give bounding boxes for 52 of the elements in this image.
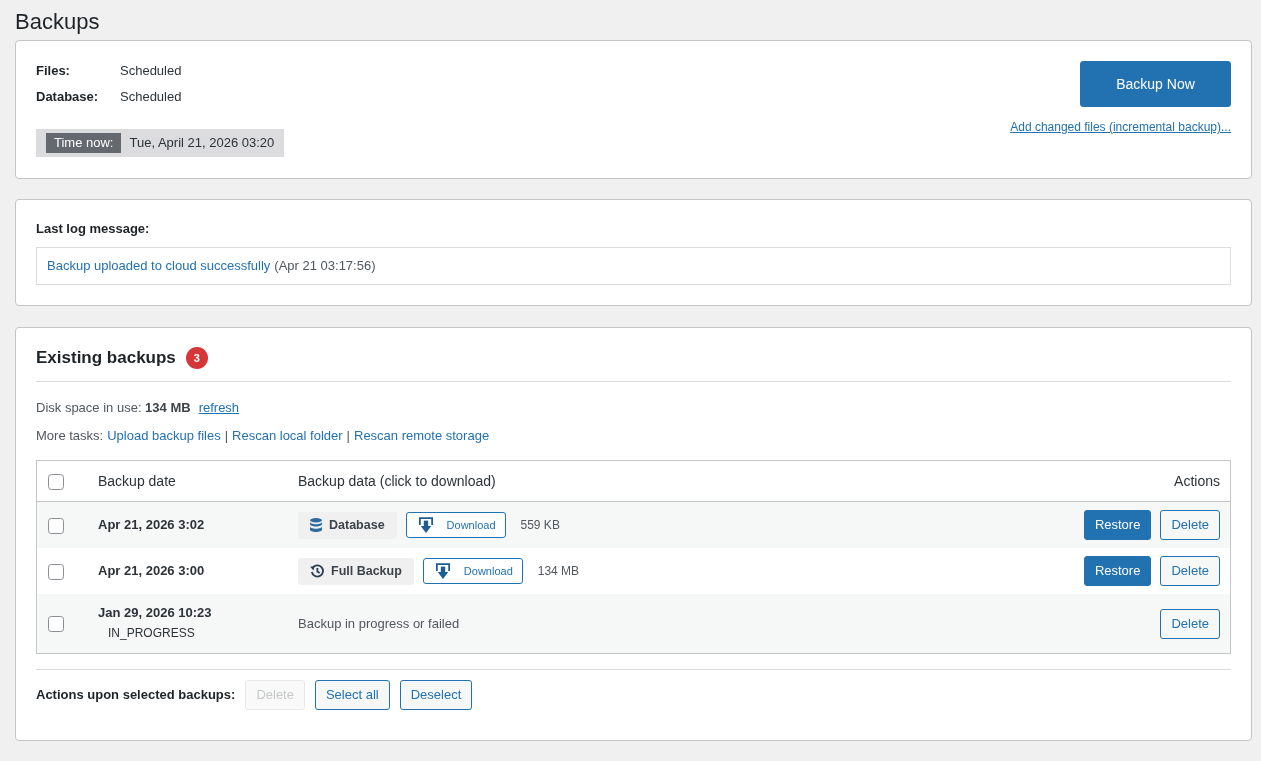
backup-now-button[interactable]: Backup Now — [1080, 61, 1231, 107]
disk-space-text: Disk space in use: 134 MB — [36, 399, 191, 417]
select-all-checkbox[interactable] — [48, 474, 64, 491]
row-checkbox[interactable] — [48, 517, 64, 534]
schedule-value: Scheduled — [120, 62, 182, 80]
incremental-backup-link[interactable]: Add changed files (incremental backup)... — [1010, 117, 1231, 137]
time-now-label: Time now: — [46, 133, 122, 153]
bulk-action-button[interactable]: Deselect — [399, 680, 473, 710]
backup-date: Jan 29, 2026 10:23 — [98, 604, 212, 622]
history-icon — [310, 564, 324, 578]
restore-button[interactable]: Restore — [1083, 556, 1152, 586]
delete-button[interactable]: Delete — [1160, 608, 1220, 639]
download-icon — [418, 517, 433, 533]
bulk-actions-label: Actions upon selected backups: — [36, 686, 236, 704]
backup-size: 134 MB — [537, 563, 580, 580]
tasks-label: More tasks: — [36, 427, 104, 445]
column-header: Actions — [1174, 472, 1220, 491]
row-checkbox[interactable] — [48, 563, 64, 580]
link-separator: | — [224, 427, 229, 445]
time-now-value: Tue, April 21, 2026 03:20 — [129, 134, 275, 152]
delete-button[interactable]: Delete — [1160, 556, 1220, 586]
task-link[interactable]: Rescan local folder — [232, 426, 343, 446]
log-label: Last log message: — [36, 220, 151, 238]
refresh-link[interactable]: refresh — [198, 398, 240, 418]
download-button[interactable]: Download — [405, 512, 506, 538]
bulk-action-button[interactable]: Select all — [314, 680, 390, 710]
backup-note: Backup in progress or failed — [298, 614, 460, 633]
section-title: Existing backups — [36, 347, 176, 369]
row-checkbox[interactable] — [48, 616, 64, 633]
column-header: Backup date — [98, 473, 176, 489]
schedule-label: Files: — [36, 62, 71, 80]
log-message-link[interactable]: Backup uploaded to cloud successfully — [47, 258, 271, 273]
backup-status: IN_PROGRESS — [107, 625, 195, 642]
delete-button[interactable]: Delete — [1160, 510, 1220, 540]
backup-entity-button[interactable]: Database — [298, 511, 397, 539]
schedule-value: Scheduled — [120, 88, 182, 106]
restore-button[interactable]: Restore — [1083, 510, 1152, 540]
schedule-label: Database: — [36, 88, 100, 106]
database-icon — [310, 518, 322, 532]
task-link[interactable]: Upload backup files — [107, 426, 221, 446]
column-header: Backup data (click to download) — [298, 473, 496, 489]
backup-date: Apr 21, 2026 3:02 — [98, 516, 205, 534]
backup-entity-button[interactable]: Full Backup — [298, 557, 414, 585]
download-button[interactable]: Download — [422, 558, 523, 584]
link-separator: | — [346, 427, 350, 445]
log-time: (Apr 21 03:17:56) — [274, 258, 376, 273]
count-badge: 3 — [185, 347, 208, 369]
backup-size: 559 KB — [520, 517, 560, 534]
page-title: Backups — [15, 8, 101, 36]
task-link[interactable]: Rescan remote storage — [354, 426, 490, 446]
download-icon — [435, 563, 450, 579]
backup-date: Apr 21, 2026 3:00 — [98, 562, 205, 580]
